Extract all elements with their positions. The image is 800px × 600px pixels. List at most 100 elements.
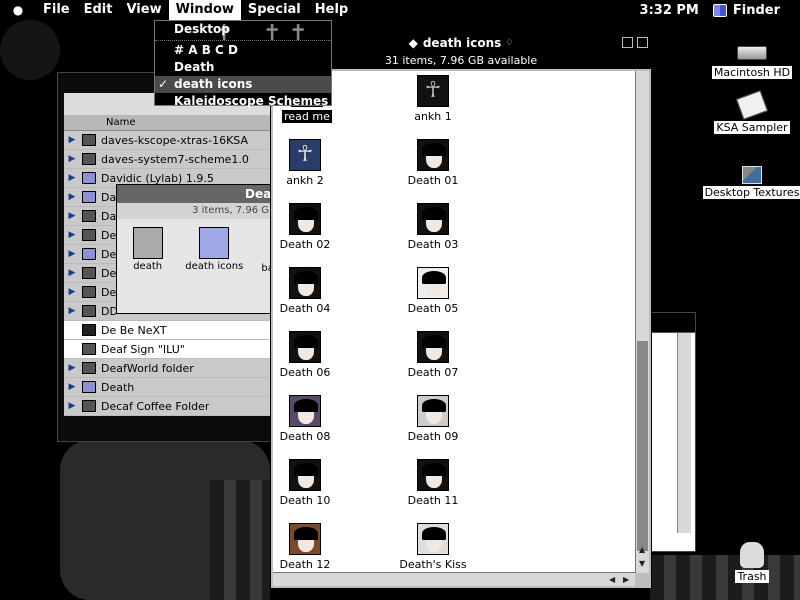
folder-icon <box>82 229 96 241</box>
scroll-thumb[interactable] <box>637 341 648 551</box>
column-header-name[interactable]: Name <box>64 115 272 131</box>
checkmark-icon: ✓ <box>158 77 169 91</box>
scroll-down-arrow-icon[interactable]: ▼ <box>639 559 645 568</box>
disclosure-triangle-icon[interactable]: ▶ <box>64 192 80 202</box>
folder-title-icon: ◆ <box>408 36 418 50</box>
list-item-label: Decaf Coffee Folder <box>101 399 210 413</box>
menu-edit[interactable]: Edit <box>77 0 120 20</box>
icon-label: Death 08 <box>279 430 331 443</box>
menu-view[interactable]: View <box>119 0 168 20</box>
list-item[interactable]: ▶ DeafWorld folder <box>64 359 272 378</box>
icon-item-death-06[interactable]: Death 06 <box>273 331 337 379</box>
icon-item-death-05[interactable]: Death 05 <box>401 267 465 315</box>
folder-item[interactable]: death <box>127 227 168 274</box>
scroll-up-arrow-icon[interactable]: ▲ <box>639 545 645 554</box>
icon-item-death-03[interactable]: Death 03 <box>401 203 465 251</box>
icon-item-ankh-1[interactable]: ☥ ankh 1 <box>401 75 465 123</box>
icon-item-death-09[interactable]: Death 09 <box>401 395 465 443</box>
desktop-icon-label: Desktop Textures <box>702 186 800 199</box>
icon-item-death-10[interactable]: Death 10 <box>273 459 337 507</box>
collapse-box-icon[interactable] <box>637 37 648 48</box>
window-title-bar[interactable] <box>651 313 695 333</box>
window-menu-item-kaleidoscope-schemes[interactable]: Kaleidoscope Schemes <box>155 93 331 110</box>
scroll-left-arrow-icon[interactable]: ◀ <box>609 575 615 584</box>
window-menu-item-abcd[interactable]: # A B C D <box>155 42 331 59</box>
ankh-icon: ☥ <box>417 75 449 107</box>
window-title-bar[interactable]: Dea <box>117 185 275 203</box>
menu-window[interactable]: Window <box>168 0 241 20</box>
death-face-icon <box>289 331 321 363</box>
icon-item-death-08[interactable]: Death 08 <box>273 395 337 443</box>
list-item-label: De <box>101 247 117 261</box>
disclosure-triangle-icon[interactable]: ▶ <box>64 135 80 145</box>
disclosure-triangle-icon[interactable]: ▶ <box>64 268 80 278</box>
disclosure-triangle-icon[interactable]: ▶ <box>64 173 80 183</box>
icon-label: Death 07 <box>407 366 459 379</box>
icon-item-death-07[interactable]: Death 07 <box>401 331 465 379</box>
disclosure-triangle-icon[interactable]: ▶ <box>64 363 80 373</box>
death-face-icon <box>417 267 449 299</box>
death-face-icon <box>417 523 449 555</box>
horizontal-scrollbar[interactable]: ◀ ▶ <box>273 572 635 586</box>
icon-label: Death 09 <box>407 430 459 443</box>
icon-item-death-12[interactable]: Death 12 <box>273 523 337 571</box>
list-item-label: De Be NeXT <box>101 323 167 337</box>
application-icon <box>82 324 96 336</box>
finder-icon <box>712 3 727 17</box>
list-item[interactable]: ▶ daves-system7-scheme1.0 <box>64 150 272 169</box>
folder-icon <box>82 248 96 260</box>
desktop-icon-desktop-textures[interactable]: Desktop Textures <box>702 166 800 199</box>
disclosure-triangle-icon[interactable]: ▶ <box>64 154 80 164</box>
icon-item-deaths-kiss[interactable]: Death's Kiss <box>399 523 467 571</box>
folder-item[interactable]: death icons <box>185 227 244 274</box>
icon-item-death-04[interactable]: Death 04 <box>273 267 337 315</box>
list-item[interactable]: Deaf Sign "ILU" <box>64 340 272 359</box>
death-face-icon <box>289 459 321 491</box>
menu-help[interactable]: Help <box>308 0 355 20</box>
cd-disk-icon <box>736 90 768 120</box>
icon-label: Death 04 <box>279 302 331 315</box>
icon-item-death-02[interactable]: Death 02 <box>273 203 337 251</box>
menu-special[interactable]: Special <box>241 0 308 20</box>
list-item-label: daves-system7-scheme1.0 <box>101 152 249 166</box>
application-menu[interactable]: Finder <box>712 3 800 18</box>
zoom-box-icon[interactable] <box>622 37 633 48</box>
scroll-right-arrow-icon[interactable]: ▶ <box>623 575 629 584</box>
desktop-icon-macintosh-hd[interactable]: Macintosh HD <box>702 38 800 79</box>
disclosure-triangle-icon[interactable]: ▶ <box>64 382 80 392</box>
disclosure-triangle-icon[interactable]: ▶ <box>64 211 80 221</box>
icon-label: Death 03 <box>407 238 459 251</box>
list-item[interactable]: ▶ Death <box>64 378 272 397</box>
window-menu-item-death[interactable]: Death <box>155 59 331 76</box>
desktop-icon-trash[interactable]: Trash <box>702 542 800 583</box>
list-item[interactable]: ▶ Decaf Coffee Folder <box>64 397 272 416</box>
list-item[interactable]: ▶ daves-kscope-xtras-16KSA <box>64 131 272 150</box>
vertical-scrollbar[interactable]: ▲ ▼ <box>635 71 649 573</box>
menu-file[interactable]: File <box>36 0 77 20</box>
icon-label: Death 10 <box>279 494 331 507</box>
apple-menu-icon[interactable]: ● <box>0 3 36 17</box>
disclosure-triangle-icon[interactable]: ▶ <box>64 306 80 316</box>
icon-item-death-11[interactable]: Death 11 <box>401 459 465 507</box>
list-item[interactable]: De Be NeXT <box>64 321 272 340</box>
desktop-icon-ksa-sampler[interactable]: KSA Sampler <box>702 90 800 134</box>
disclosure-triangle-icon[interactable]: ▶ <box>64 287 80 297</box>
item-label: death <box>133 261 163 272</box>
scrollbar[interactable] <box>677 333 691 533</box>
list-item-label: De <box>101 285 117 299</box>
disclosure-triangle-icon[interactable]: ▶ <box>64 249 80 259</box>
menubar-clock[interactable]: 3:32 PM <box>640 3 699 18</box>
window-menu-item-desktop[interactable]: Desktop <box>155 21 331 38</box>
disclosure-triangle-icon[interactable]: ▶ <box>64 230 80 240</box>
window-menu-item-death-icons[interactable]: ✓ death icons <box>155 76 331 93</box>
trash-icon <box>740 542 764 568</box>
hard-drive-icon <box>737 46 767 60</box>
menu-item-label: # A B C D <box>174 43 238 57</box>
item-label: death icons <box>185 261 244 272</box>
icon-label: Death 12 <box>279 558 331 571</box>
folder-icon <box>82 286 96 298</box>
disclosure-triangle-icon[interactable]: ▶ <box>64 401 80 411</box>
icon-item-death-01[interactable]: Death 01 <box>401 139 465 187</box>
icon-item-ankh-2[interactable]: ☥ ankh 2 <box>273 139 337 187</box>
desktop-pattern <box>0 20 60 80</box>
